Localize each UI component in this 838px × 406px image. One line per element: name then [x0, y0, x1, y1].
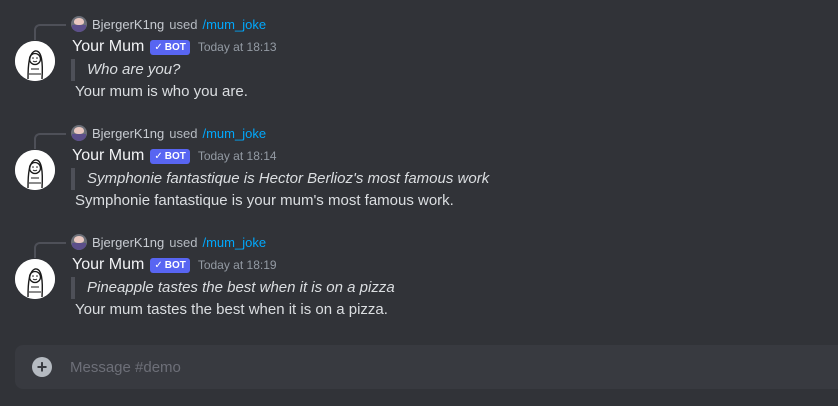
- message-body: Your mum tastes the best when it is on a…: [75, 301, 388, 318]
- reply-spine: [34, 242, 66, 258]
- timestamp[interactable]: Today at 18:13: [198, 40, 277, 54]
- chat-channel: BjergerK1ng used /mum_joke Your Mum ✓ BO…: [0, 0, 838, 406]
- verified-check-icon: ✓: [154, 41, 163, 53]
- replier-name[interactable]: BjergerK1ng: [92, 235, 164, 250]
- replier-name[interactable]: BjergerK1ng: [92, 17, 164, 32]
- command-reply-context[interactable]: BjergerK1ng used /mum_joke: [71, 233, 266, 251]
- add-attachment-icon[interactable]: +: [32, 357, 52, 377]
- quote-block: Who are you?: [71, 59, 180, 81]
- stick-figure-avatar-icon: [15, 41, 55, 81]
- avatar[interactable]: [15, 150, 55, 190]
- replier-name[interactable]: BjergerK1ng: [92, 126, 164, 141]
- author-name[interactable]: Your Mum: [72, 147, 144, 165]
- message[interactable]: BjergerK1ng used /mum_joke Your Mum ✓ BO…: [0, 13, 838, 113]
- bot-tag: ✓ BOT: [150, 39, 190, 55]
- bot-tag: ✓ BOT: [150, 257, 190, 273]
- timestamp[interactable]: Today at 18:14: [198, 149, 277, 163]
- avatar[interactable]: [15, 41, 55, 81]
- command-link[interactable]: /mum_joke: [202, 126, 266, 141]
- stick-figure-avatar-icon: [15, 259, 55, 299]
- message-composer: +: [15, 345, 838, 389]
- replier-avatar[interactable]: [71, 16, 87, 32]
- message-body: Your mum is who you are.: [75, 83, 248, 100]
- message-header: Your Mum ✓ BOT Today at 18:13: [72, 37, 277, 57]
- command-link[interactable]: /mum_joke: [202, 17, 266, 32]
- author-name[interactable]: Your Mum: [72, 256, 144, 274]
- command-reply-context[interactable]: BjergerK1ng used /mum_joke: [71, 124, 266, 142]
- verified-check-icon: ✓: [154, 259, 163, 271]
- used-text: used: [169, 16, 198, 32]
- author-name[interactable]: Your Mum: [72, 38, 144, 56]
- replier-avatar[interactable]: [71, 234, 87, 250]
- verified-check-icon: ✓: [154, 150, 163, 162]
- message-input[interactable]: [70, 345, 810, 389]
- timestamp[interactable]: Today at 18:19: [198, 258, 277, 272]
- message-header: Your Mum ✓ BOT Today at 18:14: [72, 146, 277, 166]
- replier-avatar[interactable]: [71, 125, 87, 141]
- quote-block: Symphonie fantastique is Hector Berlioz'…: [71, 168, 489, 190]
- bot-tag-label: BOT: [164, 150, 186, 162]
- command-link[interactable]: /mum_joke: [202, 235, 266, 250]
- message-header: Your Mum ✓ BOT Today at 18:19: [72, 255, 277, 275]
- stick-figure-avatar-icon: [15, 150, 55, 190]
- used-text: used: [169, 234, 198, 250]
- reply-spine: [34, 133, 66, 149]
- bot-tag-label: BOT: [164, 41, 186, 53]
- used-text: used: [169, 125, 198, 141]
- bot-tag-label: BOT: [164, 259, 186, 271]
- message[interactable]: BjergerK1ng used /mum_joke Your Mum ✓ BO…: [0, 122, 838, 222]
- message[interactable]: BjergerK1ng used /mum_joke Your Mum ✓ BO…: [0, 231, 838, 331]
- command-reply-context[interactable]: BjergerK1ng used /mum_joke: [71, 15, 266, 33]
- avatar[interactable]: [15, 259, 55, 299]
- bot-tag: ✓ BOT: [150, 148, 190, 164]
- quote-block: Pineapple tastes the best when it is on …: [71, 277, 395, 299]
- message-body: Symphonie fantastique is your mum's most…: [75, 192, 454, 209]
- reply-spine: [34, 24, 66, 40]
